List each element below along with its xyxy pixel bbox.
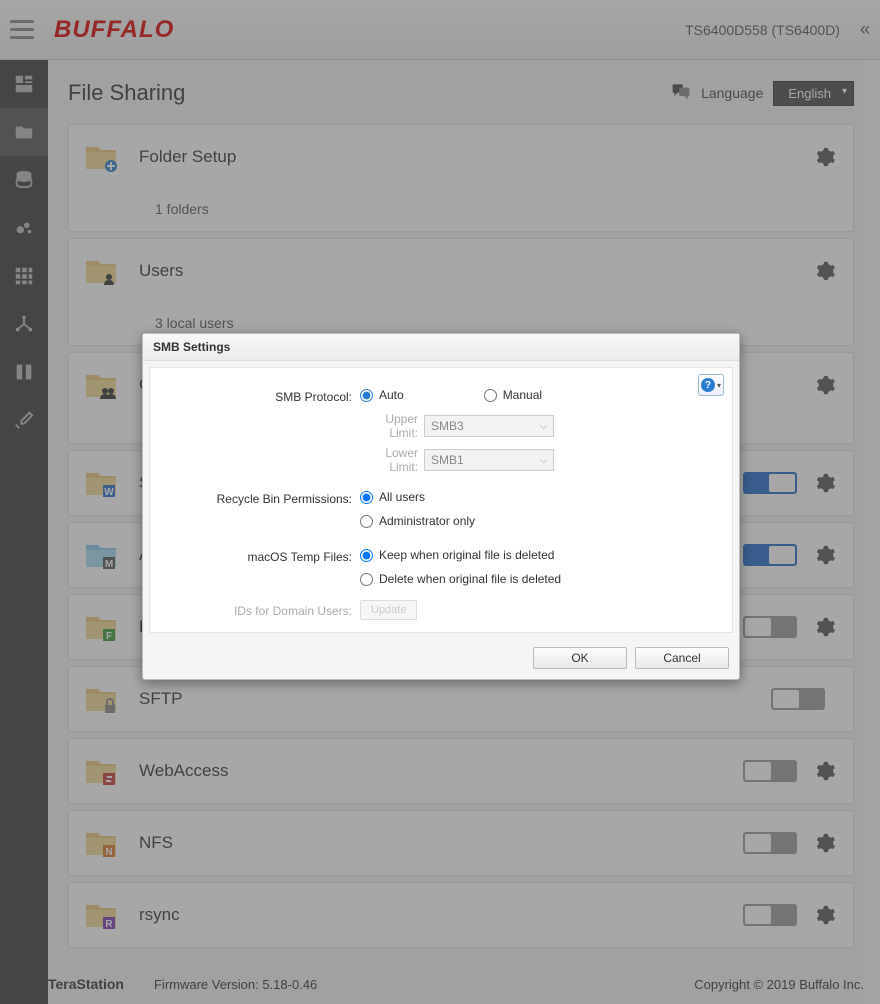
label-ids-domain: IDs for Domain Users:: [164, 602, 360, 618]
smb-settings-dialog: SMB Settings ?▾ SMB Protocol: Auto Manua…: [142, 333, 740, 680]
select-upper-limit: SMB3⌵: [424, 415, 554, 437]
label-recycle-bin: Recycle Bin Permissions:: [164, 490, 360, 506]
radio-protocol-manual[interactable]: Manual: [484, 388, 542, 402]
radio-recycle-admin[interactable]: Administrator only: [360, 514, 718, 528]
help-icon: ?: [701, 378, 715, 392]
radio-macos-keep[interactable]: Keep when original file is deleted: [360, 548, 718, 562]
update-ids-button: Update: [360, 600, 417, 620]
label-upper-limit: Upper Limit:: [360, 412, 424, 440]
cancel-button[interactable]: Cancel: [635, 647, 729, 669]
radio-macos-delete[interactable]: Delete when original file is deleted: [360, 572, 718, 586]
radio-recycle-all[interactable]: All users: [360, 490, 718, 504]
chevron-down-icon: ▾: [717, 381, 721, 390]
chevron-down-icon: ⌵: [540, 421, 547, 432]
label-lower-limit: Lower Limit:: [360, 446, 424, 474]
label-smb-protocol: SMB Protocol:: [164, 388, 360, 404]
ok-button[interactable]: OK: [533, 647, 627, 669]
label-macos-temp: macOS Temp Files:: [164, 548, 360, 564]
chevron-down-icon: ⌵: [540, 455, 547, 466]
help-button[interactable]: ?▾: [698, 374, 724, 396]
select-lower-limit: SMB1⌵: [424, 449, 554, 471]
dialog-title: SMB Settings: [143, 334, 739, 361]
radio-protocol-auto[interactable]: Auto: [360, 388, 404, 402]
